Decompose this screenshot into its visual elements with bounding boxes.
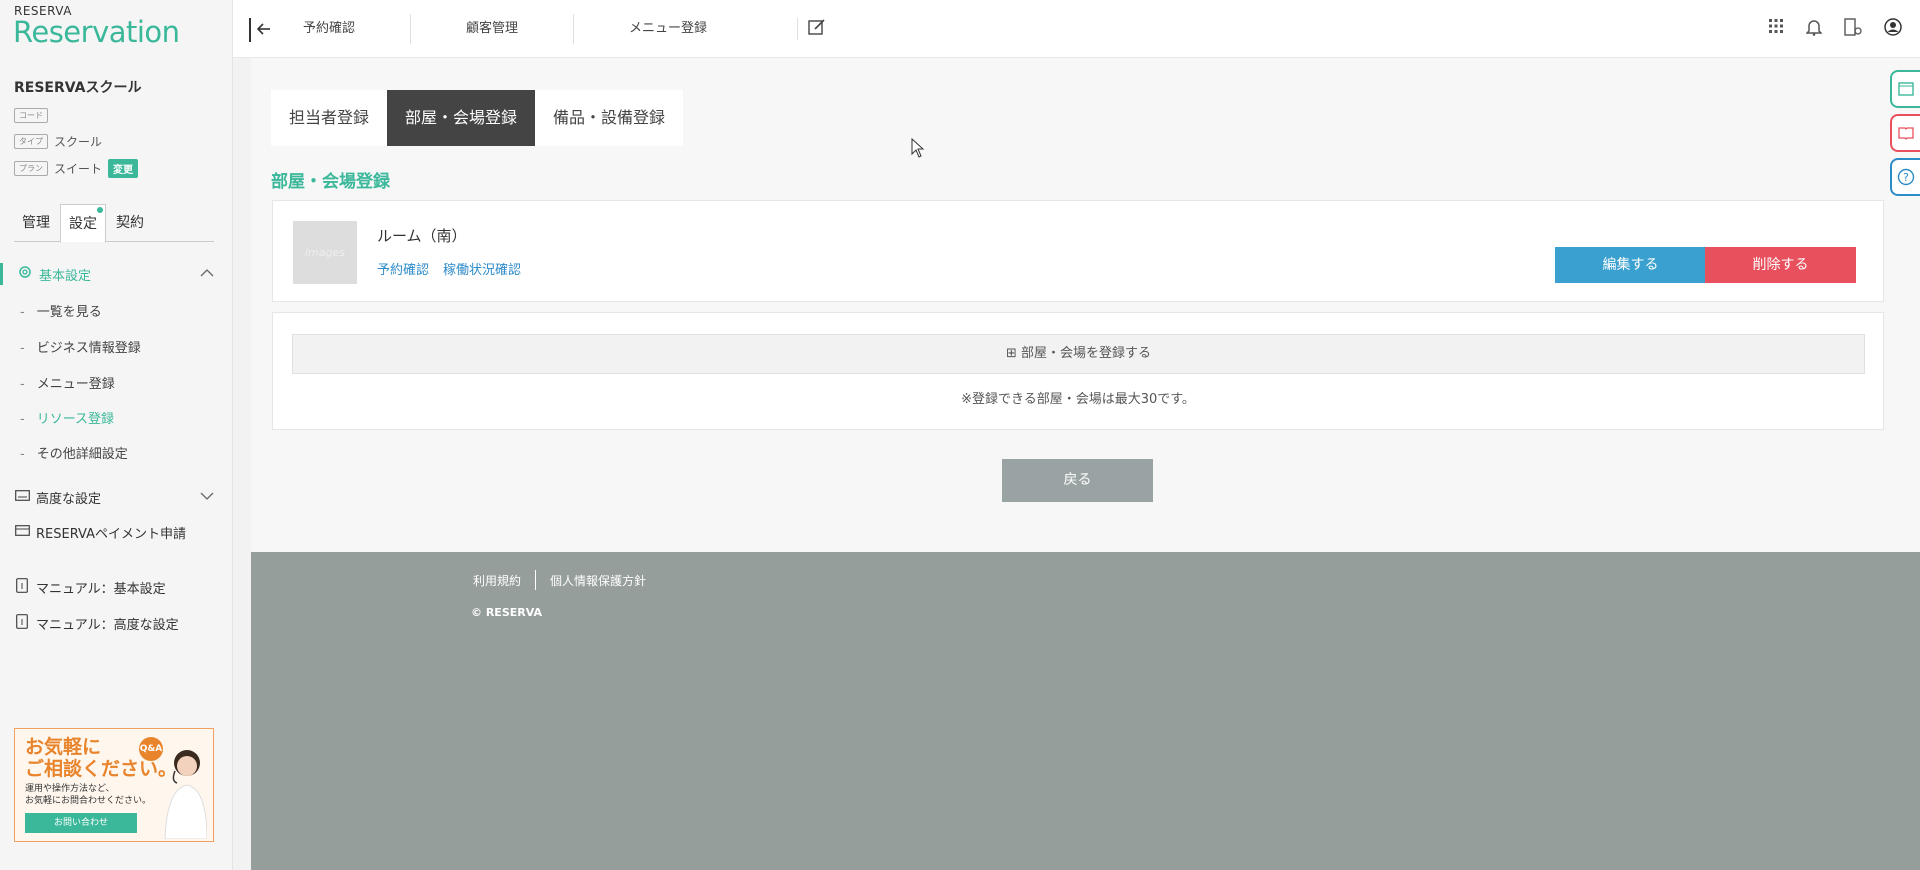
help-icon[interactable]: ? <box>1890 158 1920 196</box>
floating-side-icons: ? <box>1890 70 1920 202</box>
book-icon[interactable] <box>1890 114 1920 152</box>
meta-tag: コード <box>14 108 48 123</box>
banner-line2: ご相談ください。 <box>25 758 178 780</box>
grid-icon[interactable] <box>1768 18 1784 40</box>
meta-value: スイート <box>54 162 103 176</box>
sidebar-item-other[interactable]: - その他詳細設定 <box>20 443 128 462</box>
back-button[interactable]: 戻る <box>1002 459 1153 502</box>
section-basic-settings[interactable]: 基本設定 <box>0 263 232 285</box>
privacy-link[interactable]: 個人情報保護方針 <box>550 572 646 589</box>
tab-staff-register[interactable]: 担当者登録 <box>271 90 387 146</box>
sidebar-tabs: 管理 設定 契約 <box>14 204 214 243</box>
meta-code: コード <box>14 108 54 123</box>
contact-banner[interactable]: お気軽に ご相談ください。 Q&A 運用や操作方法など、 お気軽にお問合わせくだ… <box>14 728 214 842</box>
tab-contract[interactable]: 契約 <box>108 204 152 242</box>
item-label: 一覧を見る <box>36 305 102 320</box>
manual-advanced-link[interactable]: マニュアル：高度な設定 <box>0 613 232 633</box>
building-icon[interactable] <box>1844 18 1862 40</box>
section-label: 高度な設定 <box>36 491 102 507</box>
resource-name: ルーム（南） <box>377 227 467 245</box>
mouse-cursor-icon <box>911 138 925 158</box>
tab-room-register[interactable]: 部屋・会場登録 <box>387 90 536 146</box>
top-navigation: 予約確認 顧客管理 メニュー登録 <box>303 0 762 58</box>
chevron-up-icon <box>200 267 214 282</box>
document-icon <box>14 577 30 597</box>
arrow-left-icon <box>256 23 270 35</box>
meta-type: タイプ スクール <box>14 133 102 150</box>
section-label: マニュアル：基本設定 <box>36 581 166 597</box>
meta-tag: タイプ <box>14 134 48 149</box>
nav-reservation[interactable]: 予約確認 <box>303 14 410 44</box>
banner-desc2: お気軽にお問合わせください。 <box>25 796 152 806</box>
item-label: その他詳細設定 <box>36 447 128 462</box>
resource-links: 予約確認 稼働状況確認 <box>377 259 521 278</box>
support-person-illustration <box>164 750 207 839</box>
sidebar-item-list[interactable]: - 一覧を見る <box>20 301 102 320</box>
item-label: ビジネス情報登録 <box>36 341 141 356</box>
keyboard-icon <box>14 489 30 505</box>
resource-tabs: 担当者登録 部屋・会場登録 備品・設備登録 <box>271 90 684 146</box>
meta-plan: プラン スイート 変更 <box>14 159 139 178</box>
change-plan-button[interactable]: 変更 <box>108 159 139 178</box>
window-icon[interactable] <box>1890 70 1920 108</box>
resource-card: images ルーム（南） 予約確認 稼働状況確認 編集する 削除する <box>272 200 1884 302</box>
tab-settings[interactable]: 設定 <box>60 204 106 243</box>
footer-divider <box>535 570 537 590</box>
footer-links: 利用規約 個人情報保護方針 <box>473 570 646 590</box>
main-content: 担当者登録 部屋・会場登録 備品・設備登録 部屋・会場登録 images ルーム… <box>251 58 1920 552</box>
tab-equipment-register[interactable]: 備品・設備登録 <box>535 90 683 146</box>
svg-text:?: ? <box>1903 171 1909 184</box>
edit-button[interactable]: 編集する <box>1555 247 1706 283</box>
section-payment[interactable]: RESERVAペイメント申請 <box>0 522 232 542</box>
terms-link[interactable]: 利用規約 <box>473 572 521 589</box>
reservation-check-link[interactable]: 予約確認 <box>377 259 429 278</box>
top-right-icons <box>1768 18 1902 40</box>
item-label: メニュー登録 <box>36 377 115 392</box>
contact-button[interactable]: お問い合わせ <box>25 813 137 833</box>
credit-card-icon <box>14 524 30 540</box>
section-advanced-settings[interactable]: 高度な設定 <box>0 487 232 507</box>
sidebar: RESERVA Reservation RESERVAスクール コード タイプ … <box>0 0 233 870</box>
footer: 利用規約 個人情報保護方針 © RESERVA <box>251 552 1920 870</box>
edit-icon[interactable] <box>797 18 826 40</box>
sidebar-item-menu[interactable]: - メニュー登録 <box>20 373 115 392</box>
limit-note: ※登録できる部屋・会場は最大30です。 <box>961 392 1195 407</box>
add-room-button[interactable]: ⊞ 部屋・会場を登録する <box>292 334 1865 374</box>
user-account-icon[interactable] <box>1884 18 1902 40</box>
manual-basic-link[interactable]: マニュアル：基本設定 <box>0 577 232 597</box>
delete-button[interactable]: 削除する <box>1705 247 1856 283</box>
add-resource-panel: ⊞ 部屋・会場を登録する ※登録できる部屋・会場は最大30です。 <box>272 312 1884 430</box>
banner-desc1: 運用や操作方法など、 <box>25 784 115 794</box>
document-icon <box>14 613 30 633</box>
bell-icon[interactable] <box>1805 18 1823 40</box>
top-bar: 予約確認 顧客管理 メニュー登録 <box>233 0 1920 58</box>
sidebar-item-resource[interactable]: - リソース登録 <box>20 408 114 427</box>
utilization-check-link[interactable]: 稼働状況確認 <box>443 259 521 278</box>
page-title: 部屋・会場登録 <box>271 172 390 192</box>
meta-value: スクール <box>54 135 103 149</box>
copyright: © RESERVA <box>471 606 543 619</box>
tab-label: 設定 <box>69 216 97 232</box>
nav-menu-register[interactable]: メニュー登録 <box>573 14 762 44</box>
meta-tag: プラン <box>14 161 48 176</box>
section-label: 基本設定 <box>39 268 92 284</box>
section-label: RESERVAペイメント申請 <box>36 526 186 542</box>
chevron-down-icon <box>200 490 214 505</box>
brand-logo[interactable]: Reservation <box>13 15 180 49</box>
business-name: RESERVAスクール <box>14 80 142 96</box>
collapse-sidebar-button[interactable] <box>249 18 273 42</box>
section-label: マニュアル：高度な設定 <box>36 617 179 633</box>
sidebar-item-business-info[interactable]: - ビジネス情報登録 <box>20 337 141 356</box>
item-label: リソース登録 <box>36 412 115 427</box>
notification-dot <box>97 207 103 213</box>
resource-thumbnail: images <box>293 221 357 284</box>
nav-customers[interactable]: 顧客管理 <box>410 14 573 44</box>
tab-manage[interactable]: 管理 <box>14 204 58 242</box>
gear-icon <box>17 265 33 283</box>
banner-description: 運用や操作方法など、 お気軽にお問合わせください。 <box>25 783 151 807</box>
